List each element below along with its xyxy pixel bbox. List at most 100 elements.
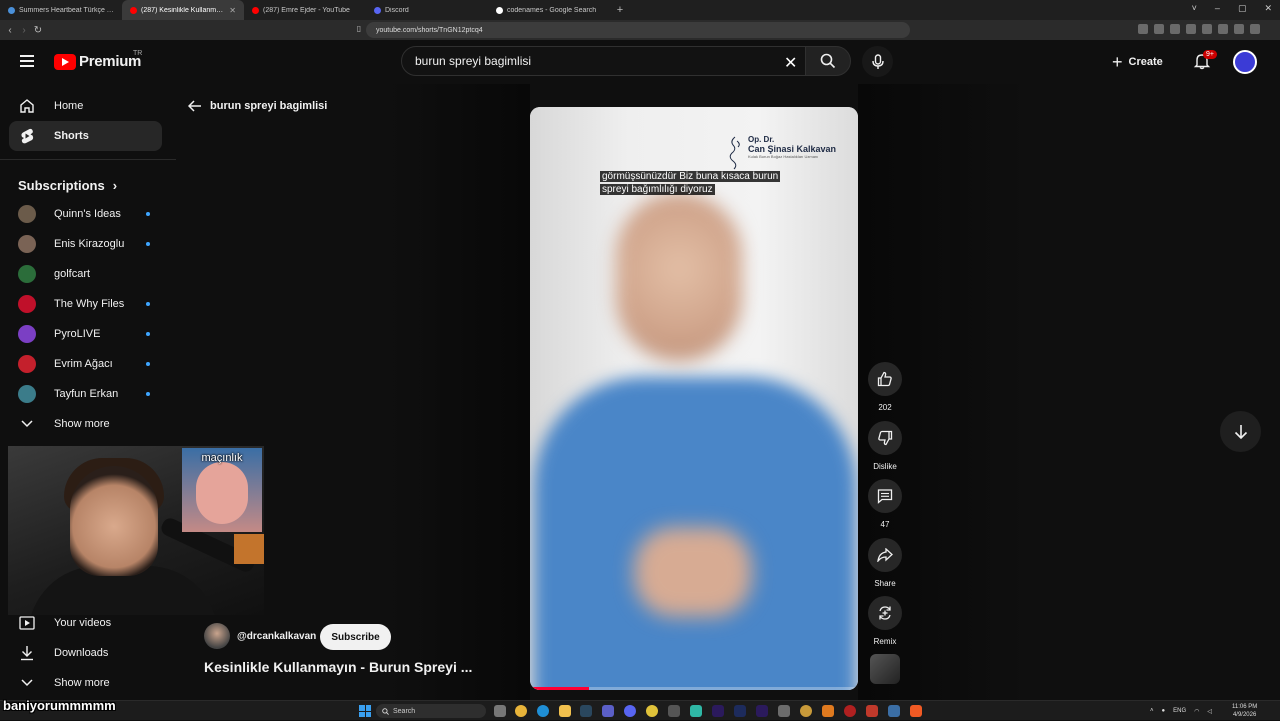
teams-icon[interactable]: [602, 705, 614, 717]
media-encoder-icon[interactable]: [734, 705, 746, 717]
back-nav-icon[interactable]: ‹: [3, 25, 17, 36]
hamburger-menu-icon[interactable]: [20, 55, 34, 67]
search-value: burun spreyi bagimlisi: [415, 54, 532, 68]
tab-close-icon[interactable]: ✕: [229, 6, 236, 15]
sidebar-subscription[interactable]: PyroLIVE: [9, 319, 162, 349]
extension-icon[interactable]: [1218, 24, 1228, 34]
extension-icon[interactable]: [1202, 24, 1212, 34]
app-icon[interactable]: [844, 705, 856, 717]
extension-icon[interactable]: [1234, 24, 1244, 34]
subscribe-button[interactable]: Subscribe: [320, 624, 391, 650]
create-button[interactable]: + Create: [1112, 50, 1163, 74]
extension-icon[interactable]: [1138, 24, 1148, 34]
brand-doodle-icon: [729, 136, 740, 170]
search-input[interactable]: burun spreyi bagimlisi: [401, 46, 809, 76]
forward-nav-icon[interactable]: ›: [17, 25, 31, 36]
minimize-icon[interactable]: –: [1215, 3, 1220, 14]
steam-icon[interactable]: [580, 705, 592, 717]
app-icon[interactable]: [800, 705, 812, 717]
browser-tab[interactable]: (287) Emre Ejder - YouTube: [244, 0, 366, 20]
taskbar-search[interactable]: Search: [376, 704, 486, 718]
new-tab-button[interactable]: +: [610, 4, 630, 16]
url-field[interactable]: youtube.com/shorts/TnGN12ptcq4: [366, 22, 910, 38]
youtube-premium-logo[interactable]: Premium: [54, 53, 141, 70]
app-icon[interactable]: [690, 705, 702, 717]
video-person-head: [616, 193, 742, 361]
sidebar-subscription[interactable]: golfcart: [9, 259, 162, 289]
discord-icon[interactable]: [624, 705, 636, 717]
sidebar-item-downloads[interactable]: Downloads: [9, 638, 162, 668]
edge-icon[interactable]: [537, 705, 549, 717]
sidebar-show-more-2[interactable]: Show more: [9, 668, 162, 698]
background-right: [858, 84, 1280, 700]
sidebar-item-shorts[interactable]: Shorts: [9, 121, 162, 151]
video-title[interactable]: Kesinlikle Kullanmayın - Burun Spreyi ..…: [204, 659, 494, 675]
tray-app-icon[interactable]: ●: [1162, 708, 1166, 714]
sidebar-subscription[interactable]: Tayfun Erkan: [9, 379, 162, 409]
extension-icon[interactable]: [1186, 24, 1196, 34]
browser-tab[interactable]: Discord: [366, 0, 488, 20]
sidebar-item-label: Home: [54, 100, 84, 112]
extension-icon[interactable]: [1170, 24, 1180, 34]
windows-start-icon[interactable]: [359, 705, 371, 717]
like-button[interactable]: [868, 362, 902, 396]
premiere-icon[interactable]: [712, 705, 724, 717]
clock-time: 11:06 PM: [1232, 704, 1258, 710]
taskbar-clock[interactable]: 11:06 PM 4/9/2026: [1232, 703, 1257, 719]
comments-button[interactable]: [868, 479, 902, 513]
close-window-icon[interactable]: ✕: [1264, 3, 1272, 14]
sidebar-subscription[interactable]: The Why Files: [9, 289, 162, 319]
browser-tab[interactable]: Summers Heartbeat Türkçe Yama | C: [0, 0, 122, 20]
sidebar-subscription[interactable]: Enis Kirazoglu: [9, 229, 162, 259]
app-icon[interactable]: [646, 705, 658, 717]
extension-icon[interactable]: [1154, 24, 1164, 34]
voice-search-button[interactable]: [862, 46, 893, 77]
volume-icon[interactable]: ◁: [1207, 708, 1212, 715]
new-content-dot: [146, 302, 150, 306]
channel-handle[interactable]: @drcankalkavan: [237, 631, 316, 642]
reload-icon[interactable]: ↻: [31, 25, 45, 36]
sidebar-show-more[interactable]: Show more: [9, 409, 162, 439]
sidebar-subscription[interactable]: Evrim Ağacı: [9, 349, 162, 379]
app-icon[interactable]: [822, 705, 834, 717]
bookmark-icon[interactable]: ▯: [352, 24, 366, 33]
clear-search-icon[interactable]: ✕: [784, 53, 797, 73]
sidebar-subscription[interactable]: Quinn's Ideas: [9, 199, 162, 229]
sidebar-item-home[interactable]: Home: [9, 91, 162, 121]
app-icon[interactable]: [888, 705, 900, 717]
share-button[interactable]: [868, 538, 902, 572]
video-person-hands: [634, 527, 752, 617]
channel-avatar: [18, 325, 36, 343]
language-indicator[interactable]: ENG: [1173, 708, 1186, 714]
after-effects-icon[interactable]: [756, 705, 768, 717]
tray-chevron-icon[interactable]: ˄: [1150, 708, 1154, 714]
shorts-video-player[interactable]: Op. Dr. Can Şinasi Kalkavan Kulak Burun …: [530, 107, 858, 690]
browser-tab[interactable]: codenames - Google Search: [488, 0, 610, 20]
search-button[interactable]: [805, 46, 851, 76]
tab-list-icon[interactable]: ˅: [1192, 3, 1197, 14]
dislike-button[interactable]: [868, 421, 902, 455]
youtube-header: Premium TR burun spreyi bagimlisi ✕ + Cr…: [0, 40, 1280, 84]
channel-avatar[interactable]: [204, 623, 230, 649]
brave-icon[interactable]: [910, 705, 922, 717]
chrome-icon[interactable]: [515, 705, 527, 717]
clock-date: 4/9/2026: [1232, 712, 1257, 718]
subscription-label: Enis Kirazoglu: [54, 238, 125, 250]
remix-button[interactable]: [868, 596, 902, 630]
maximize-icon[interactable]: ▢: [1238, 3, 1247, 14]
app-icon[interactable]: [778, 705, 790, 717]
app-icon[interactable]: [866, 705, 878, 717]
new-content-dot: [146, 362, 150, 366]
app-icon[interactable]: [668, 705, 680, 717]
search-back-row[interactable]: burun spreyi bagimlisi: [188, 100, 327, 112]
file-explorer-icon[interactable]: [559, 705, 571, 717]
tab-favicon: [130, 6, 137, 14]
browser-menu-icon[interactable]: [1250, 24, 1260, 34]
wifi-icon[interactable]: ◠: [1194, 708, 1199, 715]
subscriptions-heading[interactable]: Subscriptions ›: [18, 178, 117, 193]
next-video-button[interactable]: [1220, 411, 1261, 452]
task-view-icon[interactable]: [494, 705, 506, 717]
browser-tab-active[interactable]: (287) Kesinlikle Kullanmayın ✕: [122, 0, 244, 20]
sound-thumbnail[interactable]: [870, 654, 900, 684]
account-avatar[interactable]: [1233, 50, 1257, 74]
